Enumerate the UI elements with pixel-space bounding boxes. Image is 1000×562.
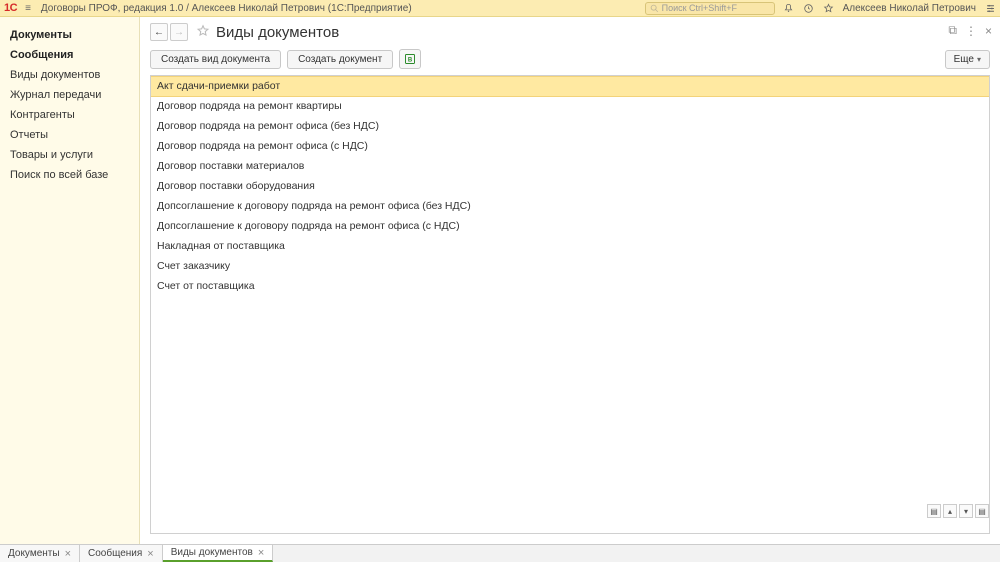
sidebar-item-7[interactable]: Поиск по всей базе [0,165,139,185]
menu-icon[interactable]: ≡ [25,3,31,14]
list-last-button[interactable]: ▤ [975,504,989,518]
list-row[interactable]: Акт сдачи-приемки работ [151,76,989,97]
page-title: Виды документов [216,24,339,41]
username-label: Алексеев Николай Петрович [843,3,976,14]
document-types-list: Акт сдачи-приемки работДоговор подряда н… [150,75,990,534]
bottom-tab-label: Сообщения [88,548,142,559]
list-row[interactable]: Счет от поставщика [151,277,989,297]
sidebar-item-1[interactable]: Сообщения [0,45,139,65]
link-icon[interactable]: ⧉ [948,23,957,38]
sidebar-item-2[interactable]: Виды документов [0,65,139,85]
close-icon[interactable]: × [65,548,71,560]
content-panel: ← → Виды документов ⧉ ⋮ × Создать вид до… [140,17,1000,544]
star-icon[interactable] [823,2,835,14]
list-row[interactable]: Допсоглашение к договору подряда на ремо… [151,217,989,237]
history-icon[interactable] [803,2,815,14]
list-row[interactable]: Договор поставки материалов [151,157,989,177]
search-placeholder: Поиск Ctrl+Shift+F [662,3,737,13]
content-header: ← → Виды документов ⧉ ⋮ × [140,17,1000,45]
list-down-button[interactable]: ▾ [959,504,973,518]
app-logo: 1C [4,2,17,14]
close-icon[interactable]: × [985,24,992,38]
nav-back-button[interactable]: ← [150,23,168,41]
close-icon[interactable]: × [258,547,264,559]
create-document-button[interactable]: Создать документ [287,50,393,69]
list-row[interactable]: Договор поставки оборудования [151,177,989,197]
header-controls: ⧉ ⋮ × [948,23,992,38]
bell-icon[interactable] [783,2,795,14]
sidebar-item-4[interactable]: Контрагенты [0,105,139,125]
sidebar: ДокументыСообщенияВиды документовЖурнал … [0,17,140,544]
list-nav-controls: ▤ ▴ ▾ ▤ [927,504,989,518]
list-up-button[interactable]: ▴ [943,504,957,518]
search-input[interactable]: Поиск Ctrl+Shift+F [645,2,775,15]
toolbar: Создать вид документа Создать документ В… [140,45,1000,75]
create-type-button[interactable]: Создать вид документа [150,50,281,69]
settings-icon[interactable] [984,2,996,14]
sidebar-item-5[interactable]: Отчеты [0,125,139,145]
more-icon[interactable]: ⋮ [965,24,977,38]
bottom-tabbar: Документы × Сообщения × Виды документов × [0,544,1000,562]
bottom-tab-label: Документы [8,548,60,559]
sidebar-item-6[interactable]: Товары и услуги [0,145,139,165]
topbar: 1C ≡ Договоры ПРОФ, редакция 1.0 / Алекс… [0,0,1000,17]
nav-forward-button[interactable]: → [170,23,188,41]
list-row[interactable]: Договор подряда на ремонт офиса (с НДС) [151,137,989,157]
list-row[interactable]: Накладная от поставщика [151,237,989,257]
window-title: Договоры ПРОФ, редакция 1.0 / Алексеев Н… [41,3,645,14]
bottom-tab-label: Виды документов [171,547,253,558]
sidebar-item-3[interactable]: Журнал передачи [0,85,139,105]
list-row[interactable]: Допсоглашение к договору подряда на ремо… [151,197,989,217]
bottom-tab-0[interactable]: Документы × [0,545,80,562]
more-button-label: Еще [954,54,974,65]
bottom-tab-2[interactable]: Виды документов × [163,545,274,562]
list-row[interactable]: Счет заказчику [151,257,989,277]
search-icon [650,4,659,13]
more-button[interactable]: Еще [945,50,990,69]
sidebar-item-0[interactable]: Документы [0,25,139,45]
close-icon[interactable]: × [147,548,153,560]
list-first-button[interactable]: ▤ [927,504,941,518]
svg-text:В: В [408,57,413,63]
excel-export-button[interactable]: В [399,49,421,69]
bottom-tab-1[interactable]: Сообщения × [80,545,163,562]
main-area: ДокументыСообщенияВиды документовЖурнал … [0,17,1000,544]
list-row[interactable]: Договор подряда на ремонт квартиры [151,97,989,117]
list-row[interactable]: Договор подряда на ремонт офиса (без НДС… [151,117,989,137]
favorite-icon[interactable] [196,24,210,41]
